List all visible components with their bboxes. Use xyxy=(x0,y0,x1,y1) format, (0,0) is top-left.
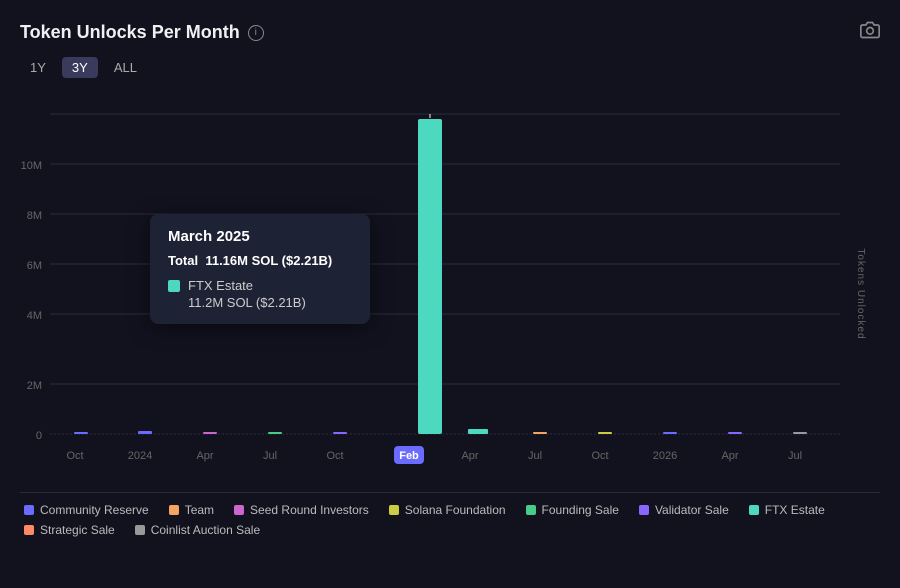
filter-1y[interactable]: 1Y xyxy=(20,57,56,78)
legend-community-reserve: Community Reserve xyxy=(24,503,149,517)
svg-text:2026: 2026 xyxy=(653,450,677,462)
svg-text:10M: 10M xyxy=(21,160,42,172)
legend-label-coinlist-auction: Coinlist Auction Sale xyxy=(151,523,260,537)
chart-area: 0 2M 4M 6M 8M 10M Oct 2024 Apr Jul Oct F… xyxy=(20,94,880,484)
svg-text:Oct: Oct xyxy=(66,450,83,462)
legend-founding-sale: Founding Sale xyxy=(526,503,619,517)
main-container: Token Unlocks Per Month i 1Y 3Y ALL 0 2M xyxy=(0,0,900,588)
legend-label-seed-round: Seed Round Investors xyxy=(250,503,369,517)
legend-label-ftx-estate: FTX Estate xyxy=(765,503,825,517)
svg-text:Jul: Jul xyxy=(263,450,277,462)
legend-team: Team xyxy=(169,503,214,517)
legend-strategic-sale: Strategic Sale xyxy=(24,523,115,537)
camera-icon[interactable] xyxy=(860,20,880,45)
svg-text:8M: 8M xyxy=(27,210,42,222)
svg-text:4M: 4M xyxy=(27,310,42,322)
legend-dot-solana-foundation xyxy=(389,505,399,515)
filter-all[interactable]: ALL xyxy=(104,57,147,78)
legend-label-team: Team xyxy=(185,503,214,517)
legend-coinlist-auction: Coinlist Auction Sale xyxy=(135,523,260,537)
info-icon[interactable]: i xyxy=(248,25,264,41)
legend-dot-founding-sale xyxy=(526,505,536,515)
legend-label-community-reserve: Community Reserve xyxy=(40,503,149,517)
svg-text:6M: 6M xyxy=(27,260,42,272)
legend-ftx-estate: FTX Estate xyxy=(749,503,825,517)
chart-legend: Community Reserve Team Seed Round Invest… xyxy=(20,492,880,547)
legend-dot-team xyxy=(169,505,179,515)
legend-validator-sale: Validator Sale xyxy=(639,503,729,517)
svg-text:0: 0 xyxy=(36,430,42,442)
legend-dot-community-reserve xyxy=(24,505,34,515)
svg-text:Oct: Oct xyxy=(326,450,343,462)
chart-title: Token Unlocks Per Month xyxy=(20,22,240,43)
svg-text:Tokens Unlocked: Tokens Unlocked xyxy=(855,248,866,339)
svg-text:Apr: Apr xyxy=(461,450,478,462)
svg-text:Jul: Jul xyxy=(528,450,542,462)
svg-text:Feb: Feb xyxy=(399,450,419,462)
legend-dot-strategic-sale xyxy=(24,525,34,535)
legend-label-solana-foundation: Solana Foundation xyxy=(405,503,506,517)
legend-seed-round: Seed Round Investors xyxy=(234,503,369,517)
svg-text:Oct: Oct xyxy=(591,450,608,462)
legend-dot-validator-sale xyxy=(639,505,649,515)
chart-svg: 0 2M 4M 6M 8M 10M Oct 2024 Apr Jul Oct F… xyxy=(20,94,880,484)
svg-text:2M: 2M xyxy=(27,380,42,392)
filter-3y[interactable]: 3Y xyxy=(62,57,98,78)
time-filters: 1Y 3Y ALL xyxy=(20,57,880,78)
legend-label-founding-sale: Founding Sale xyxy=(542,503,619,517)
svg-text:Apr: Apr xyxy=(721,450,738,462)
svg-text:Jul: Jul xyxy=(788,450,802,462)
legend-dot-coinlist-auction xyxy=(135,525,145,535)
legend-label-validator-sale: Validator Sale xyxy=(655,503,729,517)
svg-text:Apr: Apr xyxy=(196,450,213,462)
chart-header: Token Unlocks Per Month i xyxy=(20,20,880,45)
svg-text:2024: 2024 xyxy=(128,450,152,462)
legend-dot-seed-round xyxy=(234,505,244,515)
legend-label-strategic-sale: Strategic Sale xyxy=(40,523,115,537)
legend-dot-ftx-estate xyxy=(749,505,759,515)
legend-solana-foundation: Solana Foundation xyxy=(389,503,506,517)
title-row: Token Unlocks Per Month i xyxy=(20,22,264,43)
